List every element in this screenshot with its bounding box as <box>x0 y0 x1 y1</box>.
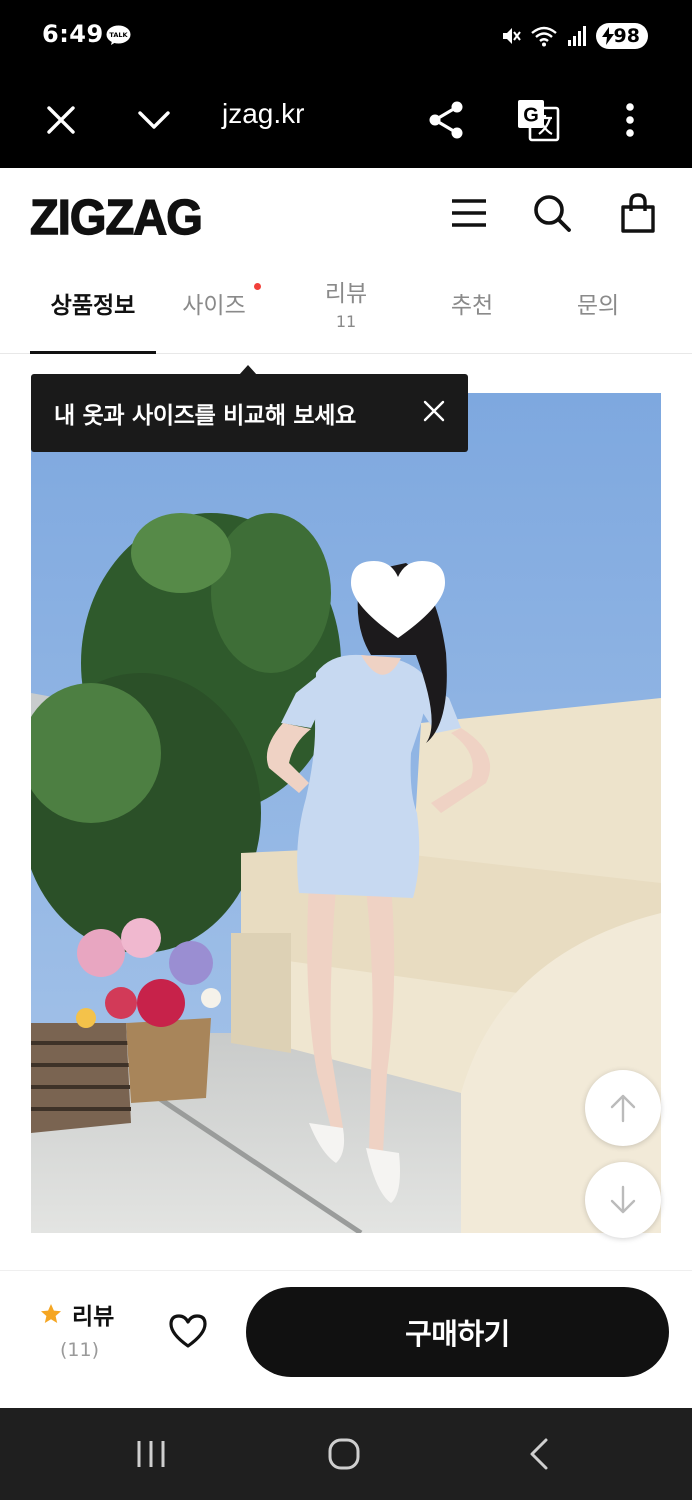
status-indicators: 98 <box>500 22 648 50</box>
system-navigation-bar <box>0 1408 692 1500</box>
product-photo-illustration <box>31 393 661 1233</box>
size-compare-tooltip: 내 옷과 사이즈를 비교해 보세요 <box>31 365 468 452</box>
close-tab-button[interactable] <box>33 92 89 148</box>
product-photo[interactable] <box>31 393 661 1233</box>
arrow-up-icon <box>610 1094 636 1123</box>
active-tab-indicator <box>30 351 156 354</box>
home-button[interactable] <box>322 1432 366 1476</box>
review-label: 리뷰 <box>72 1304 115 1330</box>
search-button[interactable] <box>529 190 575 236</box>
tooltip-close-icon[interactable] <box>422 399 446 423</box>
review-count: (11) <box>60 1339 100 1361</box>
like-button[interactable] <box>166 1309 210 1353</box>
browser-toolbar: jzag.kr G <box>0 72 692 168</box>
purchase-bar: 리뷰 (11) 구매하기 <box>0 1270 692 1408</box>
buy-button[interactable]: 구매하기 <box>246 1287 669 1377</box>
translate-icon: G <box>518 100 560 142</box>
menu-button[interactable] <box>446 190 492 236</box>
home-icon <box>328 1438 360 1470</box>
recent-apps-button[interactable] <box>129 1432 173 1476</box>
tab-label: 상품정보 <box>50 293 136 319</box>
mute-icon <box>502 28 521 44</box>
hamburger-menu-icon <box>452 199 486 227</box>
star-icon <box>41 1304 61 1323</box>
tooltip-text: 내 옷과 사이즈를 비교해 보세요 <box>54 403 357 429</box>
share-button[interactable] <box>418 92 474 148</box>
new-indicator-dot <box>254 283 261 290</box>
svg-text:G: G <box>523 105 539 127</box>
translate-button[interactable]: G <box>510 92 566 148</box>
share-icon <box>429 101 463 139</box>
review-summary[interactable]: 리뷰 <box>40 1297 114 1331</box>
status-time: 6:49 <box>42 20 104 48</box>
minimize-button[interactable] <box>126 92 182 148</box>
tab-recommend[interactable]: 추천 <box>422 264 522 354</box>
app-content: ZIGZAG 상품정보 사이즈 리뷰 11 추천 문의 내 옷과 사이즈를 비교… <box>0 168 692 1408</box>
shopping-bag-icon <box>621 193 655 233</box>
tab-label: 리뷰 <box>324 281 368 307</box>
tab-product-info[interactable]: 상품정보 <box>30 264 156 354</box>
battery-level: 98 <box>613 25 640 47</box>
tab-inquiry[interactable]: 문의 <box>548 264 648 354</box>
tab-label: 문의 <box>576 293 620 319</box>
arrow-down-icon <box>610 1185 636 1214</box>
scroll-top-button[interactable] <box>585 1070 661 1146</box>
url-text[interactable]: jzag.kr <box>222 98 304 130</box>
scroll-bottom-button[interactable] <box>585 1162 661 1238</box>
product-tabs: 상품정보 사이즈 리뷰 11 추천 문의 <box>0 264 692 354</box>
wifi-icon <box>530 26 557 47</box>
back-button[interactable] <box>517 1432 561 1476</box>
more-options-button[interactable] <box>602 92 658 148</box>
tab-reviews[interactable]: 리뷰 11 <box>296 264 396 354</box>
tab-size[interactable]: 사이즈 <box>164 264 264 354</box>
charging-bolt-icon <box>601 27 614 45</box>
tab-review-count: 11 <box>335 312 357 331</box>
recent-apps-icon <box>137 1441 165 1467</box>
status-bar: 6:49 TALK 98 <box>0 0 692 72</box>
chevron-down-icon <box>138 111 170 129</box>
tooltip-arrow <box>239 365 257 375</box>
tab-label: 추천 <box>450 293 494 319</box>
zigzag-logo[interactable]: ZIGZAG <box>29 190 203 246</box>
signal-icon <box>567 26 586 46</box>
cart-button[interactable] <box>615 190 661 236</box>
battery-indicator: 98 <box>595 23 648 49</box>
talk-badge-text: TALK <box>109 31 128 39</box>
heart-icon <box>169 1314 207 1348</box>
more-vertical-icon <box>626 103 634 137</box>
close-icon <box>47 106 75 134</box>
tab-label: 사이즈 <box>182 293 246 319</box>
back-chevron-icon <box>530 1438 548 1470</box>
kakaotalk-icon: TALK <box>106 25 131 45</box>
search-icon <box>534 195 571 232</box>
